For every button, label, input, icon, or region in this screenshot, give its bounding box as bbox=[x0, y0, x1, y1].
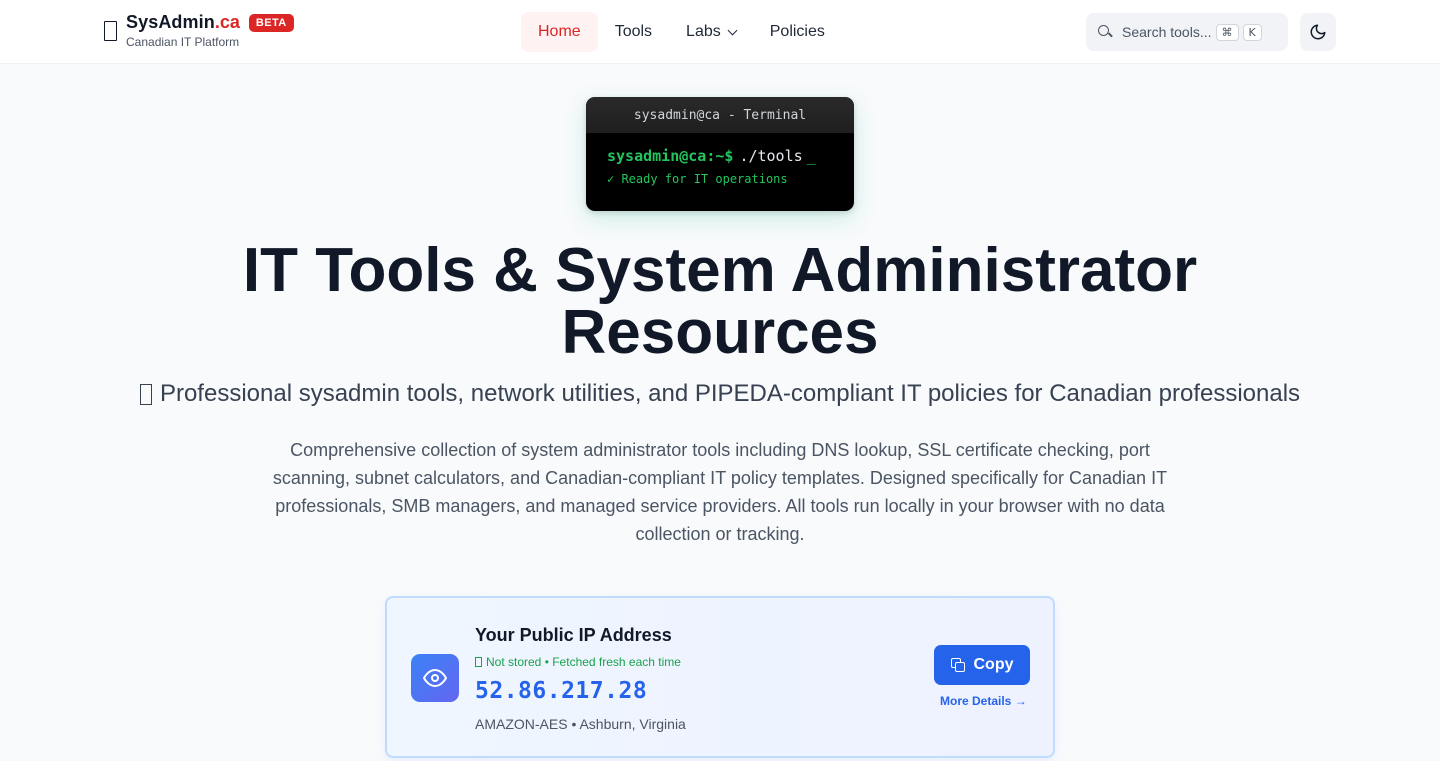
search-icon bbox=[1098, 24, 1113, 40]
terminal-command: ./tools bbox=[739, 147, 803, 165]
terminal-prompt-line: sysadmin@ca:~$ ./tools _ bbox=[607, 147, 833, 165]
copy-label: Copy bbox=[973, 656, 1014, 673]
nav-labs[interactable]: Labs bbox=[669, 12, 753, 52]
nav-policies[interactable]: Policies bbox=[753, 12, 842, 52]
terminal-status: ✓ Ready for IT operations bbox=[607, 172, 788, 186]
brand-text: SysAdmin .ca BETA Canadian IT Platform bbox=[126, 12, 294, 49]
site-header: SysAdmin .ca BETA Canadian IT Platform Ho… bbox=[0, 0, 1440, 64]
search-button[interactable]: Search tools... ⌘ K bbox=[1086, 13, 1288, 51]
shortcut-mod-key: ⌘ bbox=[1215, 23, 1239, 41]
nav-tools-label: Tools bbox=[614, 23, 653, 40]
nav-home[interactable]: Home bbox=[521, 12, 598, 52]
canada-flag-icon bbox=[139, 383, 152, 405]
nav-tools[interactable]: Tools bbox=[598, 12, 669, 52]
page-title-line1: IT Tools & System Administrator bbox=[242, 236, 1198, 305]
copy-icon bbox=[950, 657, 966, 673]
page-title: IT Tools & System Administrator Resource… bbox=[0, 240, 1440, 364]
brand-logo-link[interactable]: SysAdmin .ca BETA Canadian IT Platform bbox=[104, 12, 294, 49]
public-ip-card: Your Public IP Address Not stored • Fetc… bbox=[385, 596, 1055, 758]
ip-address-value: 52.86.217.28 bbox=[475, 678, 648, 704]
brand-tld: .ca bbox=[214, 12, 240, 32]
maple-leaf-icon bbox=[104, 21, 117, 41]
chevron-down-icon bbox=[727, 25, 738, 35]
more-details-link[interactable]: More Details → bbox=[940, 694, 1027, 708]
brand-name: SysAdmin bbox=[126, 12, 215, 32]
eye-icon bbox=[411, 654, 459, 702]
terminal-cursor: _ bbox=[806, 147, 816, 165]
search-placeholder: Search tools... bbox=[1122, 24, 1212, 40]
ip-location: AMAZON-AES • Ashburn, Virginia bbox=[475, 716, 686, 732]
shortcut-key: K bbox=[1242, 23, 1262, 41]
terminal-widget: sysadmin@ca - Terminal sysadmin@ca:~$ ./… bbox=[586, 97, 854, 211]
main-nav: Home Tools Labs Policies bbox=[521, 12, 842, 52]
ip-card-title: Your Public IP Address bbox=[475, 625, 672, 645]
terminal-body: sysadmin@ca:~$ ./tools _ ✓ Ready for IT … bbox=[586, 133, 854, 200]
nav-labs-label: Labs bbox=[686, 23, 721, 40]
moon-icon bbox=[1310, 24, 1326, 40]
hero-description: Comprehensive collection of system admin… bbox=[272, 440, 1168, 544]
nav-home-label: Home bbox=[538, 23, 581, 40]
terminal-user: sysadmin@ca bbox=[607, 147, 707, 165]
ip-privacy-text: Not stored • Fetched fresh each time bbox=[486, 655, 681, 669]
nav-policies-label: Policies bbox=[769, 23, 825, 40]
ip-privacy-note: Not stored • Fetched fresh each time bbox=[475, 655, 681, 669]
terminal-path: :~$ bbox=[706, 147, 734, 165]
lock-icon bbox=[475, 657, 482, 667]
copy-ip-button[interactable]: Copy bbox=[934, 645, 1030, 685]
theme-toggle-button[interactable] bbox=[1300, 13, 1336, 51]
hero-subtitle-text: Professional sysadmin tools, network uti… bbox=[159, 380, 1301, 407]
brand-subtitle: Canadian IT Platform bbox=[126, 35, 240, 49]
page-title-line2: Resources bbox=[561, 298, 879, 367]
hero-subtitle: Professional sysadmin tools, network uti… bbox=[0, 380, 1440, 408]
beta-badge: BETA bbox=[248, 13, 294, 32]
terminal-title: sysadmin@ca - Terminal bbox=[586, 97, 854, 133]
brand-row: SysAdmin .ca BETA bbox=[126, 12, 294, 33]
